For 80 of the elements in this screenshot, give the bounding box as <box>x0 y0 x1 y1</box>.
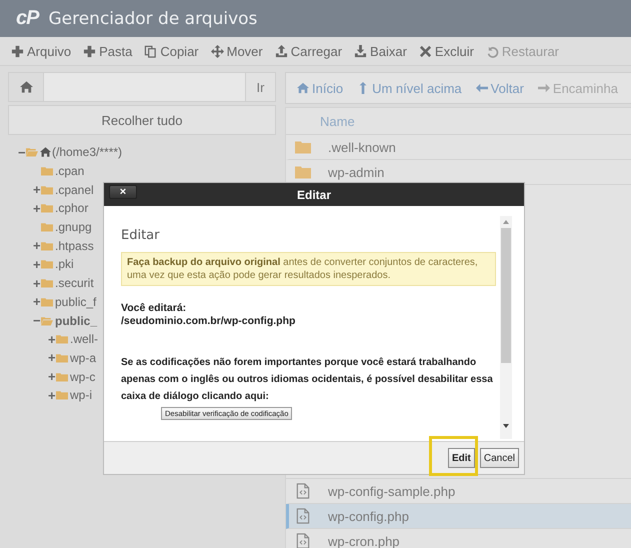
home-icon <box>40 147 51 158</box>
undo-icon <box>486 44 499 58</box>
toolbar-button[interactable]: Pasta <box>80 38 142 64</box>
tree-item[interactable]: .well- <box>70 332 98 346</box>
close-icon <box>418 44 432 58</box>
nav-link[interactable]: Voltar <box>470 80 533 96</box>
tree-item[interactable]: .htpass <box>55 238 94 253</box>
download-icon <box>354 44 368 58</box>
toolbar-button[interactable]: Excluir <box>416 38 483 64</box>
expand-toggle[interactable]: + <box>33 183 41 196</box>
move-icon <box>210 44 224 58</box>
collapse-all-button[interactable]: Recolher tudo <box>8 105 276 135</box>
tree-item[interactable]: .cphor <box>55 201 88 216</box>
tree-item[interactable]: wp-c <box>70 370 96 384</box>
toolbar-button[interactable]: Arquivo <box>8 38 80 64</box>
path-field[interactable]: Ir <box>8 72 276 102</box>
dialog-heading: Editar <box>121 228 160 243</box>
warning-message: Faça backup do arquivo original antes de converter conjuntos de caracteres, uma vez que esta ação pode gerar resultados inesperados. <box>121 252 496 286</box>
go-button[interactable]: Ir <box>245 73 275 101</box>
dialog-title: Editar <box>296 188 331 202</box>
folder-icon <box>295 139 311 155</box>
scroll-down-icon[interactable] <box>502 423 510 429</box>
expand-toggle[interactable]: + <box>33 258 41 271</box>
toolbar-button[interactable]: Copiar <box>141 38 208 64</box>
code-file-icon <box>295 508 311 524</box>
toolbar-button[interactable]: Baixar <box>351 38 416 64</box>
expand-toggle[interactable]: + <box>33 202 41 215</box>
tree-item[interactable]: .securit <box>55 276 94 290</box>
expand-toggle[interactable]: + <box>33 295 41 308</box>
copy-icon <box>144 44 158 58</box>
arrow-icon <box>538 82 550 94</box>
tree-item[interactable]: wp-i <box>70 388 92 402</box>
expand-toggle[interactable]: + <box>48 370 56 384</box>
tree-item[interactable]: (/home3/****) <box>52 145 122 160</box>
close-button[interactable]: × <box>109 185 137 199</box>
expand-toggle[interactable]: − <box>33 314 41 328</box>
app-logo: cP <box>16 7 38 30</box>
code-file-icon <box>295 533 311 548</box>
tree-item[interactable]: wp-a <box>70 350 96 365</box>
app-title: Gerenciador de arquivos <box>48 8 258 28</box>
scrollbar[interactable] <box>500 216 512 439</box>
home-icon <box>297 82 309 94</box>
file-name: .well-known <box>328 140 396 154</box>
target-path: /seudominio.com.br/wp-config.php <box>121 315 296 328</box>
tree-item[interactable]: public_f <box>55 294 96 309</box>
file-name: wp-config-sample.php <box>328 484 456 498</box>
expand-toggle[interactable]: + <box>33 276 41 290</box>
tree-item[interactable]: public_ <box>55 314 98 328</box>
dialog-button[interactable]: Cancel <box>480 448 519 468</box>
file-name: wp-cron.php <box>328 534 400 548</box>
file-row[interactable]: wp-cron.php <box>286 529 631 548</box>
plus-icon <box>83 44 96 58</box>
arrow-icon <box>357 82 370 94</box>
code-file-icon <box>295 483 311 499</box>
tree-item[interactable]: .cpanel <box>55 182 94 197</box>
arrow-icon <box>476 82 488 94</box>
file-row[interactable]: wp-config.php <box>286 504 631 529</box>
plus-icon <box>11 44 24 58</box>
home-icon <box>20 81 32 93</box>
nav-link[interactable]: Um nível acima <box>352 80 471 96</box>
scroll-up-icon[interactable] <box>502 219 510 225</box>
tree-item[interactable]: .cpan <box>55 164 84 178</box>
target-label: Você editará: <box>121 302 188 315</box>
expand-toggle[interactable]: + <box>48 388 56 402</box>
toolbar-button[interactable]: Carregar <box>272 38 352 64</box>
expand-toggle[interactable]: + <box>48 332 56 346</box>
expand-toggle[interactable]: + <box>48 351 56 364</box>
file-row[interactable]: .well-known <box>286 135 631 160</box>
file-name: wp-config.php <box>328 508 409 524</box>
info-text: Se as codificações não forem importantes porque você estará trabalhando apenas com o inglês ou outros idiomas ocidentais, é possível desabilitar essa caixa de diálogo clicando aqui: <box>121 356 494 404</box>
upload-icon <box>274 44 288 58</box>
folder-icon <box>295 164 311 180</box>
expand-toggle[interactable]: − <box>18 146 26 159</box>
toolbar-button[interactable]: Mover <box>208 38 272 64</box>
expand-toggle[interactable]: + <box>33 239 41 252</box>
tree-item[interactable]: .gnupg <box>55 220 92 234</box>
nav-link[interactable]: Início <box>292 80 352 96</box>
file-name: wp-admin <box>328 164 384 180</box>
dialog-button[interactable]: Edit <box>448 448 475 468</box>
tree-item[interactable]: .pki <box>55 257 74 272</box>
